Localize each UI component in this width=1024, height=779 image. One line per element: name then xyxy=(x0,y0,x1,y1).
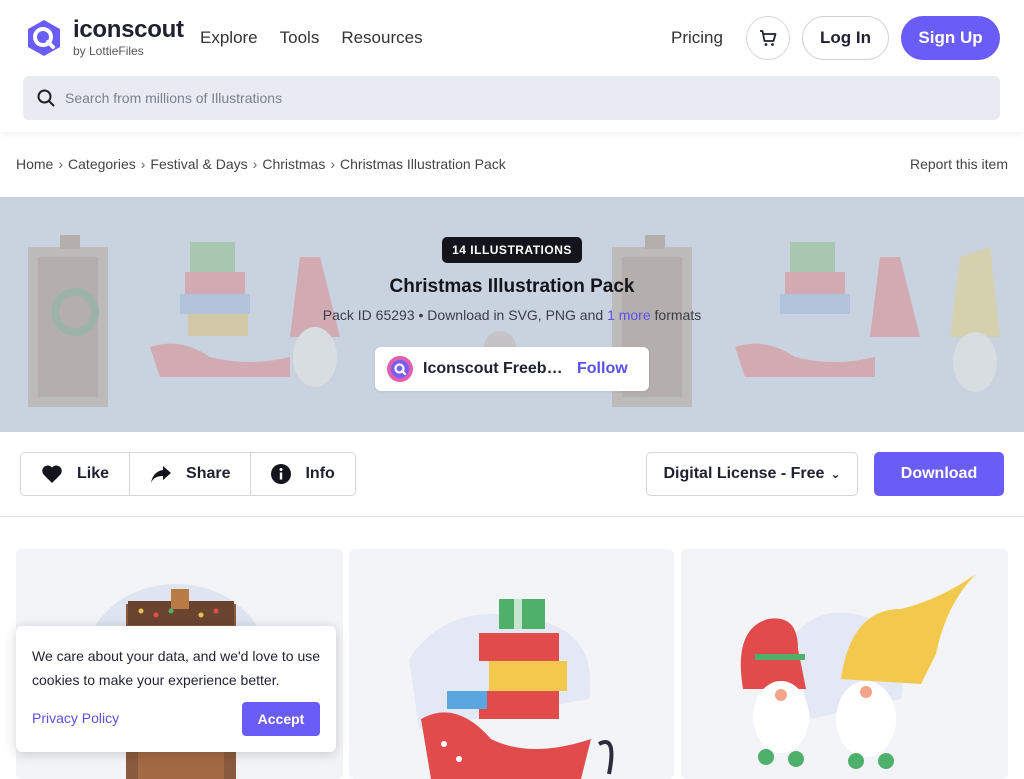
action-group: Like Share Info xyxy=(20,452,356,496)
like-label: Like xyxy=(77,465,110,482)
share-label: Share xyxy=(186,465,231,482)
top-header: iconscout by LottieFiles Explore Tools R… xyxy=(0,0,1024,132)
illustration-card-gnomes[interactable] xyxy=(681,549,1008,779)
info-icon xyxy=(271,464,292,484)
accept-cookies-button[interactable]: Accept xyxy=(242,702,320,736)
license-label: Digital License - Free xyxy=(663,465,825,482)
pack-meta-text: Pack ID 65293 • Download in SVG, PNG and xyxy=(322,307,608,323)
login-button[interactable]: Log In xyxy=(802,16,889,60)
info-button[interactable]: Info xyxy=(250,453,354,495)
breadcrumb: Home › Categories › Festival & Days › Ch… xyxy=(16,156,506,172)
sleigh-gifts-illustration xyxy=(409,599,614,779)
nav-explore[interactable]: Explore xyxy=(200,28,258,48)
cart-button[interactable] xyxy=(746,16,790,60)
author-card[interactable]: Iconscout Freeb… Follow xyxy=(375,347,649,391)
breadcrumb-separator: › xyxy=(330,156,336,172)
illustration-count-badge: 14 ILLUSTRATIONS xyxy=(442,237,582,263)
logo-name: iconscout xyxy=(73,16,184,43)
nav-resources[interactable]: Resources xyxy=(341,28,422,48)
share-button[interactable]: Share xyxy=(129,453,250,495)
info-label: Info xyxy=(305,465,335,482)
gnomes-illustration xyxy=(740,574,976,769)
search-input[interactable] xyxy=(65,90,965,106)
download-button[interactable]: Download xyxy=(874,452,1004,496)
breadcrumb-separator: › xyxy=(252,156,258,172)
nav-tools[interactable]: Tools xyxy=(280,28,320,48)
search-icon xyxy=(37,89,55,107)
illustration-card-sleigh[interactable] xyxy=(349,549,674,779)
pack-meta: Pack ID 65293 • Download in SVG, PNG and… xyxy=(0,307,1024,323)
license-dropdown[interactable]: Digital License - Free ⌄ xyxy=(646,452,858,496)
main-nav: Explore Tools Resources xyxy=(200,28,423,48)
pack-banner: 14 ILLUSTRATIONS Christmas Illustration … xyxy=(0,197,1024,432)
logo-subtitle: by LottieFiles xyxy=(73,44,144,58)
iconscout-logo[interactable]: iconscout by LottieFiles xyxy=(24,18,184,58)
author-name[interactable]: Iconscout Freeb… xyxy=(423,360,565,378)
breadcrumb-separator: › xyxy=(58,156,64,172)
report-link[interactable]: Report this item xyxy=(910,156,1008,172)
section-divider xyxy=(0,516,1024,517)
breadcrumb-home[interactable]: Home xyxy=(16,156,53,172)
pack-title: Christmas Illustration Pack xyxy=(389,276,635,297)
chevron-down-icon: ⌄ xyxy=(830,467,841,481)
like-button[interactable]: Like xyxy=(21,453,129,495)
signup-button[interactable]: Sign Up xyxy=(901,16,1000,60)
breadcrumb-separator: › xyxy=(140,156,146,172)
search-bar[interactable] xyxy=(23,76,1000,120)
cookie-message: We care about your data, and we'd love t… xyxy=(32,648,321,688)
breadcrumb-categories[interactable]: Categories xyxy=(68,156,136,172)
share-icon xyxy=(151,466,172,483)
heart-icon xyxy=(42,465,62,483)
breadcrumb-current: Christmas Illustration Pack xyxy=(340,156,506,172)
more-formats-link[interactable]: 1 more xyxy=(607,307,651,323)
breadcrumb-festival[interactable]: Festival & Days xyxy=(150,156,247,172)
breadcrumb-christmas[interactable]: Christmas xyxy=(262,156,325,172)
pack-meta-suffix: formats xyxy=(650,307,702,323)
follow-button[interactable]: Follow xyxy=(577,360,628,378)
logo-icon xyxy=(28,20,60,56)
cart-icon xyxy=(760,30,777,46)
privacy-policy-link[interactable]: Privacy Policy xyxy=(32,710,119,726)
cookie-consent: We care about your data, and we'd love t… xyxy=(16,626,336,752)
author-avatar xyxy=(387,356,413,382)
nav-pricing[interactable]: Pricing xyxy=(671,28,723,48)
